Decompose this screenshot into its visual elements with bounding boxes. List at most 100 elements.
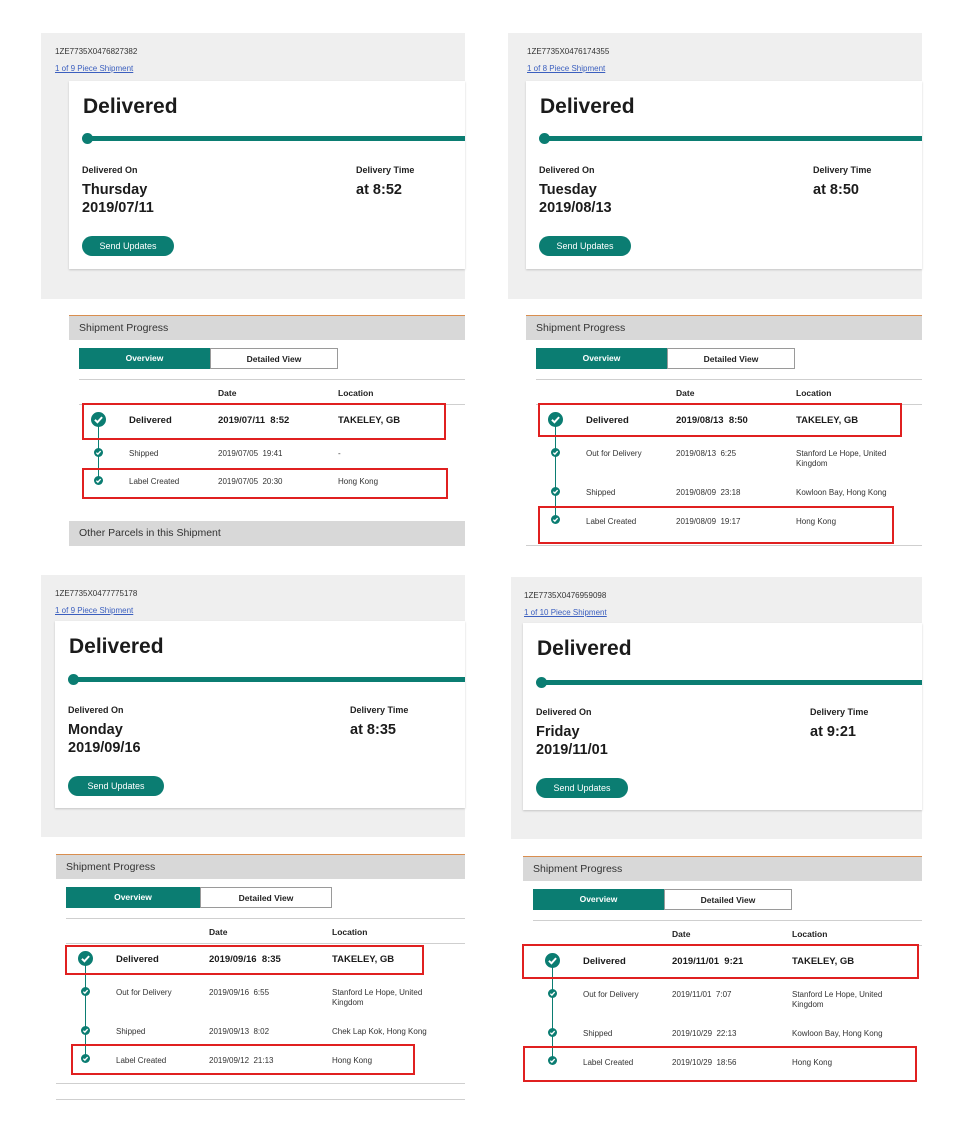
tracking-number: 1ZE7735X0476174355	[527, 47, 610, 56]
delivery-status-panel: Delivered Delivered On Delivery Time Thu…	[69, 81, 465, 269]
event-date: 2019/11/01 7:07	[672, 990, 732, 999]
delivery-date: 2019/08/13	[539, 200, 612, 216]
send-updates-button[interactable]: Send Updates	[536, 778, 628, 798]
progress-start-dot	[82, 133, 93, 144]
event-location-line2: Kingdom	[796, 459, 828, 468]
delivery-time: at 8:35	[350, 722, 396, 738]
check-icon	[94, 448, 103, 457]
col-location-header: Location	[792, 929, 828, 939]
delivered-on-label: Delivered On	[536, 707, 592, 717]
event-status: Shipped	[116, 1027, 146, 1036]
shipment-summary-card-4: 1ZE7735X0476959098 1 of 10 Piece Shipmen…	[511, 577, 922, 839]
delivery-day: Friday	[536, 724, 580, 740]
event-status: Shipped	[583, 1029, 613, 1038]
table-divider	[66, 918, 465, 919]
col-location-header: Location	[332, 927, 368, 937]
progress-start-dot	[536, 677, 547, 688]
event-date: 2019/10/29 22:13	[672, 1029, 737, 1038]
delivery-day: Tuesday	[539, 182, 597, 198]
shipment-progress-header: Shipment Progress	[69, 315, 465, 340]
event-location-line2: Kingdom	[792, 1000, 824, 1009]
table-bottom-border	[526, 545, 922, 546]
shipment-progress-header: Shipment Progress	[523, 856, 922, 881]
event-location: -	[338, 449, 341, 458]
event-status: Shipped	[586, 488, 616, 497]
delivery-status-heading: Delivered	[83, 95, 178, 118]
tracking-number: 1ZE7735X0477775178	[55, 589, 138, 598]
table-bottom-border	[56, 1083, 465, 1084]
delivered-on-label: Delivered On	[539, 165, 595, 175]
table-divider	[66, 943, 465, 944]
highlight-box	[65, 945, 424, 975]
highlight-box	[538, 403, 902, 437]
delivery-day: Monday	[68, 722, 123, 738]
tab-overview[interactable]: Overview	[66, 887, 200, 908]
tracking-number: 1ZE7735X0476827382	[55, 47, 138, 56]
event-location: Stanford Le Hope, United	[332, 988, 423, 997]
table-divider	[79, 379, 465, 380]
delivery-time-label: Delivery Time	[810, 707, 869, 717]
tab-overview[interactable]: Overview	[536, 348, 667, 369]
event-location: Kowloon Bay, Hong Kong	[796, 488, 887, 497]
tab-overview[interactable]: Overview	[79, 348, 210, 369]
send-updates-button[interactable]: Send Updates	[68, 776, 164, 796]
col-date-header: Date	[672, 929, 691, 939]
event-location: Chek Lap Kok, Hong Kong	[332, 1027, 427, 1036]
delivery-status-heading: Delivered	[69, 635, 164, 658]
tab-overview[interactable]: Overview	[533, 889, 664, 910]
event-status: Out for Delivery	[583, 990, 639, 999]
send-updates-button[interactable]: Send Updates	[82, 236, 174, 256]
tab-detailed-view[interactable]: Detailed View	[667, 348, 795, 369]
shipment-summary-card-1: 1ZE7735X0476827382 1 of 9 Piece Shipment…	[41, 33, 465, 299]
delivery-day: Thursday	[82, 182, 148, 198]
tracking-number: 1ZE7735X0476959098	[524, 591, 607, 600]
highlight-box	[82, 403, 446, 440]
tab-detailed-view[interactable]: Detailed View	[210, 348, 338, 369]
shipment-summary-card-3: 1ZE7735X0477775178 1 of 9 Piece Shipment…	[41, 575, 465, 837]
check-icon	[551, 487, 560, 496]
progress-bar	[83, 136, 465, 141]
tab-detailed-view[interactable]: Detailed View	[200, 887, 332, 908]
event-date: 2019/09/16 6:55	[209, 988, 270, 997]
shipment-progress-header: Shipment Progress	[56, 854, 465, 879]
delivery-time-label: Delivery Time	[350, 705, 409, 715]
event-location: Stanford Le Hope, United	[796, 449, 887, 458]
delivery-time-label: Delivery Time	[356, 165, 415, 175]
progress-start-dot	[68, 674, 79, 685]
send-updates-button[interactable]: Send Updates	[539, 236, 631, 256]
highlight-box	[522, 944, 919, 979]
highlight-box	[82, 468, 448, 499]
delivery-time: at 8:50	[813, 182, 859, 198]
delivery-status-heading: Delivered	[537, 637, 632, 660]
event-status: Shipped	[129, 449, 159, 458]
delivery-time: at 9:21	[810, 724, 856, 740]
check-icon	[548, 1028, 557, 1037]
delivered-on-label: Delivered On	[82, 165, 138, 175]
tab-detailed-view[interactable]: Detailed View	[664, 889, 792, 910]
event-date: 2019/08/13 6:25	[676, 449, 737, 458]
delivery-date: 2019/11/01	[536, 742, 608, 758]
event-location-line2: Kingdom	[332, 998, 364, 1007]
event-location: Stanford Le Hope, United	[792, 990, 883, 999]
delivery-status-heading: Delivered	[540, 95, 635, 118]
event-location: Kowloon Bay, Hong Kong	[792, 1029, 883, 1038]
delivery-time: at 8:52	[356, 182, 402, 198]
delivered-on-label: Delivered On	[68, 705, 124, 715]
piece-shipment-link[interactable]: 1 of 9 Piece Shipment	[55, 606, 133, 615]
piece-shipment-link[interactable]: 1 of 9 Piece Shipment	[55, 64, 133, 73]
table-divider	[536, 379, 922, 380]
event-date: 2019/09/13 8:02	[209, 1027, 270, 1036]
highlight-box	[538, 506, 894, 544]
delivery-date: 2019/09/16	[68, 740, 141, 756]
delivery-status-panel: Delivered Delivered On Delivery Time Fri…	[523, 623, 922, 810]
piece-shipment-link[interactable]: 1 of 8 Piece Shipment	[527, 64, 605, 73]
shipment-progress-header: Shipment Progress	[526, 315, 922, 340]
col-date-header: Date	[209, 927, 228, 937]
shipment-summary-card-2: 1ZE7735X0476174355 1 of 8 Piece Shipment…	[508, 33, 922, 299]
piece-shipment-link[interactable]: 1 of 10 Piece Shipment	[524, 608, 607, 617]
event-status: Out for Delivery	[116, 988, 172, 997]
check-icon	[548, 989, 557, 998]
event-status: Out for Delivery	[586, 449, 642, 458]
highlight-box	[523, 1046, 917, 1082]
other-parcels-header[interactable]: Other Parcels in this Shipment	[69, 521, 465, 546]
